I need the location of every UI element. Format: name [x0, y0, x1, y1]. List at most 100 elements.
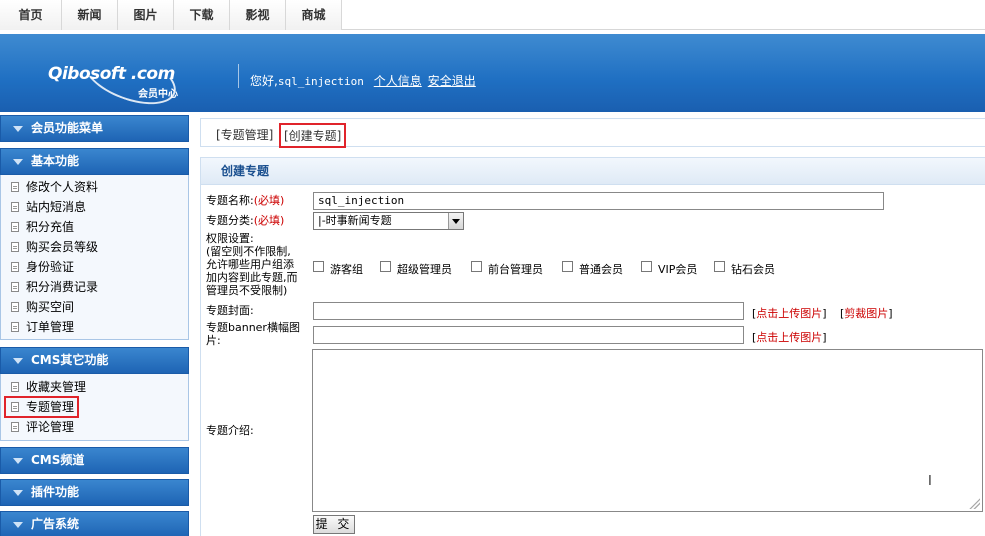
sidebar-header-member-menu[interactable]: 会员功能菜单	[0, 115, 189, 142]
sidebar-item-comments[interactable]: 评论管理	[9, 418, 74, 436]
nav-tab-news[interactable]: 新闻	[62, 0, 118, 30]
document-icon	[11, 262, 19, 272]
group-checkbox-guest[interactable]	[313, 261, 324, 272]
document-icon	[11, 242, 19, 252]
site-logo[interactable]: Qibosoft .com 会员中心	[48, 38, 208, 116]
document-icon	[11, 322, 19, 332]
group-checkbox-normal-member[interactable]	[562, 261, 573, 272]
nav-tab-downloads[interactable]: 下载	[174, 0, 230, 30]
required-marker: (必填)	[253, 214, 285, 227]
topic-banner-label-cont: 片:	[206, 334, 221, 347]
banner-upload-link[interactable]: [点击上传图片]	[752, 329, 827, 345]
sidebar-item-topics[interactable]: 专题管理	[3, 396, 80, 418]
sidebar-item-label: 身份验证	[26, 260, 75, 274]
sidebar-item-buy-space[interactable]: 购买空间	[9, 298, 74, 316]
sidebar-item-points-log[interactable]: 积分消费记录	[9, 278, 98, 296]
group-label-front-admin: 前台管理员	[488, 263, 543, 276]
breadcrumb: [专题管理] [创建专题]	[200, 118, 985, 148]
top-nav: 首页 新闻 图片 下载 影视 商城	[0, 0, 985, 30]
group-label-super-admin: 超级管理员	[397, 263, 452, 276]
cover-crop-link[interactable]: [剪裁图片]	[840, 305, 893, 321]
sidebar-item-messages[interactable]: 站内短消息	[9, 198, 86, 216]
document-icon	[11, 382, 19, 392]
topic-name-input[interactable]: sql_injection	[313, 192, 884, 210]
logo-brand-text: Qibosoft .com	[48, 64, 175, 84]
sidebar-item-label: 积分充值	[26, 220, 75, 234]
category-selected-value: |-时事新闻专题	[318, 214, 392, 227]
permission-hint-4: 管理员不受限制)	[206, 284, 288, 297]
topic-banner-input[interactable]	[313, 326, 744, 344]
group-label-diamond-member: 钻石会员	[731, 263, 775, 276]
sidebar-item-edit-profile[interactable]: 修改个人资料	[9, 178, 98, 196]
sidebar-item-label: 站内短消息	[26, 200, 87, 214]
sidebar-header-plugins[interactable]: 插件功能	[0, 479, 189, 506]
cover-upload-link[interactable]: [点击上传图片]	[752, 305, 827, 321]
sidebar-item-label: 评论管理	[26, 420, 75, 434]
sidebar-item-label: 购买会员等级	[26, 240, 99, 254]
document-icon	[11, 422, 19, 432]
text-cursor-icon: Ι	[928, 474, 932, 489]
group-checkbox-vip-member[interactable]	[641, 261, 652, 272]
document-icon	[11, 282, 19, 292]
group-checkbox-diamond-member[interactable]	[714, 261, 725, 272]
logout-link[interactable]: 安全退出	[428, 74, 476, 88]
sidebar-item-favorites[interactable]: 收藏夹管理	[9, 378, 86, 396]
topic-category-select[interactable]: |-时事新闻专题	[313, 212, 464, 230]
nav-tab-video[interactable]: 影视	[230, 0, 286, 30]
chevron-down-icon[interactable]	[448, 213, 463, 229]
breadcrumb-create-topic[interactable]: [创建专题]	[279, 123, 347, 148]
topic-name-label: 专题名称:(必填)	[206, 194, 285, 207]
sidebar-header-label: 广告系统	[31, 517, 80, 531]
nav-tab-shop[interactable]: 商城	[286, 0, 342, 30]
sidebar-item-recharge[interactable]: 积分充值	[9, 218, 74, 236]
sidebar-header-label: CMS其它功能	[31, 353, 109, 367]
sidebar-item-verify[interactable]: 身份验证	[9, 258, 74, 276]
topic-banner-label: 专题banner横幅图	[206, 321, 300, 334]
sidebar-header-label: 会员功能菜单	[31, 121, 104, 135]
sidebar-basic-list: 修改个人资料 站内短消息 积分充值 购买会员等级 身份验证 积分消费记录 购买空…	[0, 175, 189, 340]
group-checkbox-front-admin[interactable]	[471, 261, 482, 272]
topic-intro-label: 专题介绍:	[206, 424, 254, 437]
user-greeting: 您好,sql_injection 个人信息 安全退出	[250, 72, 476, 89]
sidebar-item-label: 收藏夹管理	[26, 380, 87, 394]
sidebar-item-label: 修改个人资料	[26, 180, 99, 194]
username: sql_injection	[277, 75, 364, 88]
sidebar-header-basic[interactable]: 基本功能	[0, 148, 189, 175]
document-icon	[11, 402, 19, 412]
sidebar-item-orders[interactable]: 订单管理	[9, 318, 74, 336]
resize-grip-icon[interactable]	[968, 497, 980, 509]
required-marker: (必填)	[253, 194, 285, 207]
group-checkbox-super-admin[interactable]	[380, 261, 391, 272]
sidebar-header-label: 基本功能	[31, 154, 80, 168]
topic-category-label: 专题分类:(必填)	[206, 214, 285, 227]
breadcrumb-topic-manage[interactable]: [专题管理]	[216, 126, 273, 143]
sidebar-header-cms-channel[interactable]: CMS频道	[0, 447, 189, 474]
sidebar-item-buy-level[interactable]: 购买会员等级	[9, 238, 98, 256]
sidebar-header-label: 插件功能	[31, 485, 80, 499]
nav-tab-images[interactable]: 图片	[118, 0, 174, 30]
panel-title: 创建专题	[201, 158, 985, 185]
topic-cover-input[interactable]	[313, 302, 744, 320]
profile-link[interactable]: 个人信息	[374, 74, 422, 88]
sidebar: 会员功能菜单 基本功能 修改个人资料 站内短消息 积分充值 购买会员等级 身份验…	[0, 115, 190, 536]
sidebar-header-ads[interactable]: 广告系统	[0, 511, 189, 536]
topic-cover-label: 专题封面:	[206, 304, 254, 317]
document-icon	[11, 182, 19, 192]
document-icon	[11, 302, 19, 312]
group-label-vip-member: VIP会员	[658, 263, 698, 276]
nav-tab-home[interactable]: 首页	[0, 0, 62, 30]
sidebar-item-label: 专题管理	[26, 400, 75, 414]
sidebar-item-label: 订单管理	[26, 320, 75, 334]
topic-intro-textarea[interactable]	[312, 349, 983, 512]
sidebar-header-label: CMS频道	[31, 453, 85, 467]
permission-hint-2: 允许哪些用户组添	[206, 258, 294, 271]
group-label-guest: 游客组	[330, 263, 363, 276]
permission-hint-3: 加内容到此专题,而	[206, 271, 298, 284]
sidebar-header-cms-other[interactable]: CMS其它功能	[0, 347, 189, 374]
permission-label: 权限设置:	[206, 232, 254, 245]
sidebar-item-label: 积分消费记录	[26, 280, 99, 294]
logo-subtitle: 会员中心	[138, 89, 178, 100]
submit-button[interactable]: 提 交	[313, 515, 355, 534]
document-icon	[11, 222, 19, 232]
sidebar-item-label: 购买空间	[26, 300, 75, 314]
